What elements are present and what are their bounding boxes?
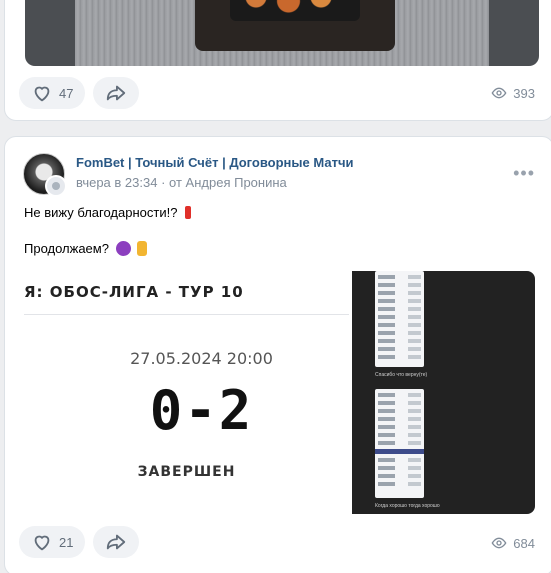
phone-screenshot	[375, 389, 424, 498]
post-card: 47 393	[4, 0, 551, 121]
post-text: Продолжаем?	[24, 241, 109, 256]
share-icon	[107, 534, 126, 550]
post-signer[interactable]: от Андрея Пронина	[169, 175, 287, 190]
match-score: 0-2	[149, 379, 254, 442]
match-status: ЗАВЕРШЕН	[137, 464, 236, 480]
divider	[24, 314, 349, 315]
exclamation-emoji-icon	[185, 206, 192, 219]
post-image[interactable]	[25, 0, 539, 66]
avatar-badge-icon	[45, 175, 67, 197]
view-counter: 393	[491, 85, 535, 101]
thumbs-down-emoji-icon	[137, 241, 148, 256]
screenshots-image[interactable]: Спасибо что верну(те) Когда хорошо тогда…	[352, 271, 535, 514]
post-time[interactable]: вчера в 23:34	[76, 175, 157, 190]
match-date: 27.05.2024 20:00	[130, 349, 273, 368]
heart-icon	[34, 86, 50, 102]
post-text-line: Не вижу благодарности!?	[24, 205, 192, 220]
more-icon[interactable]: •••	[513, 163, 535, 184]
like-button[interactable]: 47	[19, 77, 86, 109]
image-food	[230, 0, 360, 21]
share-button[interactable]	[93, 526, 140, 558]
phone-screenshot	[375, 271, 424, 367]
screenshot-caption: Когда хорошо тогда хорошо	[375, 503, 440, 509]
meta-separator: ·	[161, 175, 166, 190]
like-count: 47	[59, 85, 74, 101]
post-actions: 47	[19, 77, 140, 109]
view-counter: 684	[491, 535, 535, 551]
post-meta: вчера в 23:34 · от Андрея Пронина	[76, 175, 287, 190]
post-card: FomBet | Точный Счёт | Договорные Матчи …	[4, 136, 551, 573]
author-link[interactable]: FomBet | Точный Счёт | Договорные Матчи	[76, 155, 353, 170]
league-title: Я: ОБОС-ЛИГА - ТУР 10	[24, 283, 244, 301]
post-actions: 21	[19, 526, 140, 558]
screenshot-caption: Спасибо что верну(те)	[375, 372, 428, 378]
like-button[interactable]: 21	[19, 526, 86, 558]
devil-emoji-icon	[115, 241, 131, 256]
like-count: 21	[59, 534, 74, 550]
share-icon	[107, 85, 126, 101]
eye-icon	[491, 87, 507, 99]
scoreboard-image[interactable]: Я: ОБОС-ЛИГА - ТУР 10 27.05.2024 20:00 0…	[24, 271, 349, 514]
share-button[interactable]	[93, 77, 140, 109]
view-count: 393	[513, 85, 535, 101]
view-count: 684	[513, 535, 535, 551]
post-text: Не вижу благодарности!?	[24, 205, 178, 220]
eye-icon	[491, 537, 507, 549]
heart-icon	[34, 535, 50, 551]
post-text-line: Продолжаем?	[24, 241, 148, 256]
